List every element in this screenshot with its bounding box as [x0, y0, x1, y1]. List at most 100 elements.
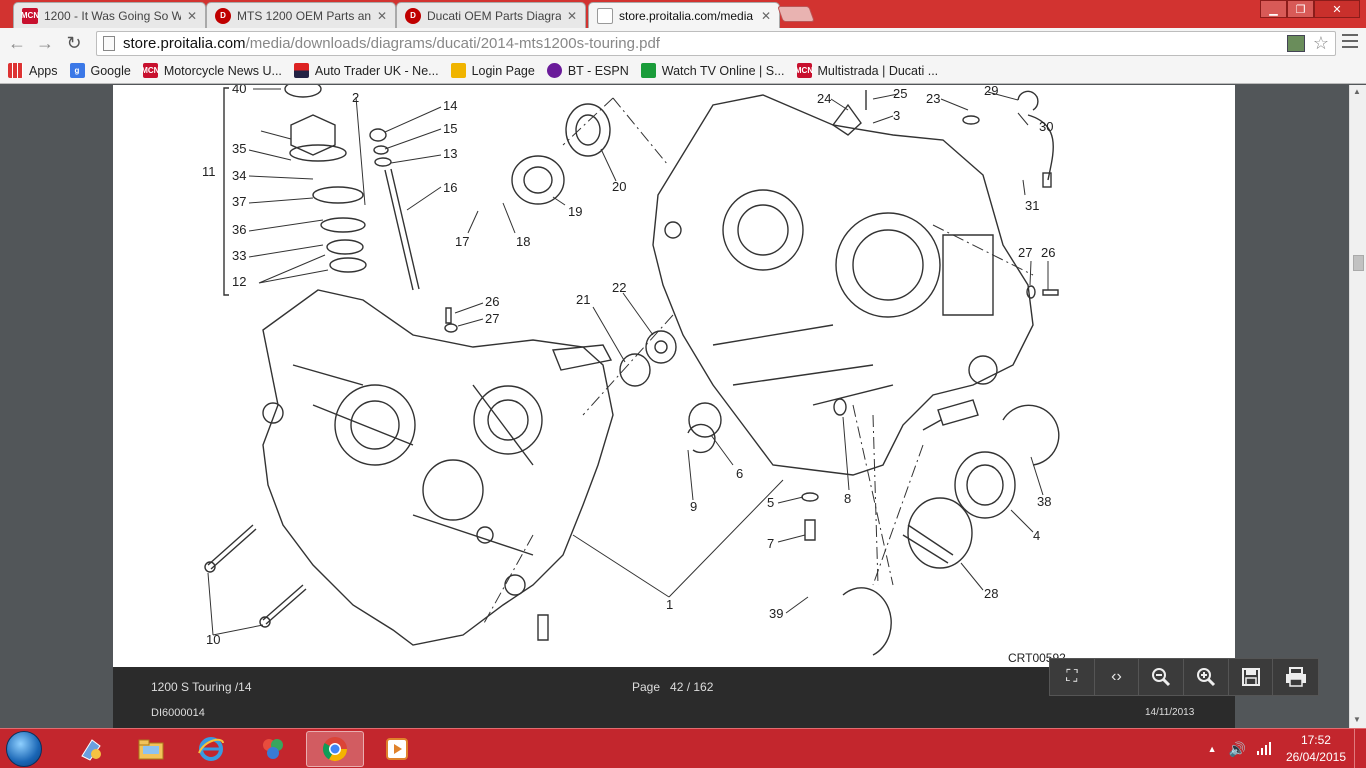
- fit-page-icon: ⛶: [1066, 668, 1078, 685]
- bookmark-motorcycle-news[interactable]: MCN Motorcycle News U...: [141, 63, 282, 78]
- maximize-button[interactable]: ❐: [1287, 0, 1314, 18]
- close-tab-icon[interactable]: ✕: [761, 9, 771, 23]
- show-desktop-button[interactable]: [1354, 729, 1366, 768]
- bookmark-label: Motorcycle News U...: [163, 63, 282, 78]
- chrome-menu-icon[interactable]: [1342, 34, 1358, 48]
- callout-text: 10: [206, 632, 220, 647]
- mcn-icon: MCN: [795, 63, 813, 78]
- model-label: 1200 S Touring /14: [151, 680, 252, 694]
- bookmark-label: Login Page: [471, 63, 535, 78]
- callout-text: 38: [1037, 494, 1051, 509]
- callout-text: 13: [443, 146, 457, 161]
- save-button[interactable]: [1228, 659, 1274, 695]
- taskbar-paint[interactable]: [244, 731, 302, 767]
- bt-icon: [546, 63, 562, 78]
- document-icon: [597, 7, 613, 24]
- callout-text: 25: [893, 86, 907, 101]
- tv-icon: [640, 63, 656, 78]
- callout-text: 6: [736, 466, 743, 481]
- apps-grid-icon: [8, 63, 23, 78]
- close-tab-icon[interactable]: ✕: [567, 9, 577, 23]
- callout-text: 34: [232, 168, 246, 183]
- tab-1[interactable]: MCN 1200 - It Was Going So W ✕: [13, 2, 206, 28]
- mcn-favicon: MCN: [21, 7, 39, 24]
- page-label: Page: [632, 680, 661, 694]
- window-controls: ▁ ❐ ✕: [1260, 0, 1360, 18]
- ducati-favicon: D: [405, 7, 421, 24]
- new-tab-button[interactable]: [777, 6, 815, 22]
- bookmark-star-icon[interactable]: ☆: [1313, 33, 1329, 54]
- tab-2[interactable]: D MTS 1200 OEM Parts and ✕: [206, 2, 396, 28]
- zoom-in-icon: [1196, 668, 1215, 687]
- network-icon[interactable]: [1256, 741, 1272, 758]
- taskbar-app-icon[interactable]: [62, 731, 120, 767]
- url-path: /media/downloads/diagrams/ducati/2014-mt…: [245, 35, 660, 52]
- tab-3[interactable]: D Ducati OEM Parts Diagram ✕: [396, 2, 586, 28]
- fit-page-button[interactable]: ⛶: [1050, 659, 1095, 695]
- tab-title: store.proitalia.com/media: [619, 8, 754, 23]
- left-crankcase: [262, 289, 614, 646]
- minimize-button[interactable]: ▁: [1260, 0, 1287, 18]
- footer-date: 14/11/2013: [1145, 707, 1195, 718]
- reload-button[interactable]: ↻: [63, 32, 85, 54]
- tab-title: Ducati OEM Parts Diagram: [427, 8, 561, 23]
- bookmark-watch-tv[interactable]: Watch TV Online | S...: [640, 63, 785, 78]
- print-icon: [1285, 667, 1306, 687]
- callout-text: 40: [232, 85, 246, 96]
- address-bar[interactable]: store.proitalia.com /media/downloads/dia…: [96, 31, 1336, 56]
- clock[interactable]: 17:52 26/04/2015: [1286, 732, 1346, 766]
- start-button[interactable]: [6, 731, 42, 767]
- callout-text: 35: [232, 141, 246, 156]
- autotrader-icon: [293, 63, 309, 78]
- zoom-in-button[interactable]: [1184, 659, 1229, 695]
- print-button[interactable]: [1273, 659, 1319, 695]
- bookmark-label: Auto Trader UK - Ne...: [314, 63, 439, 78]
- callout-text: 26: [1041, 245, 1055, 260]
- show-hidden-icons-icon[interactable]: ▲: [1208, 744, 1217, 754]
- rotate-button[interactable]: ‹›: [1094, 659, 1140, 695]
- scrollbar-thumb[interactable]: [1353, 255, 1364, 271]
- taskbar-chrome[interactable]: [306, 731, 364, 767]
- volume-icon[interactable]: 🔊: [1229, 741, 1246, 758]
- rotate-icon: ‹›: [1111, 668, 1122, 685]
- callout-text: 11: [202, 164, 216, 179]
- callout-text: 9: [690, 499, 697, 514]
- close-button[interactable]: ✕: [1314, 0, 1360, 18]
- taskbar-ie[interactable]: [182, 731, 240, 767]
- bookmark-label: Google: [90, 63, 131, 78]
- taskbar-explorer[interactable]: [122, 731, 180, 767]
- media-icon: [386, 738, 408, 760]
- back-button[interactable]: ←: [6, 32, 28, 54]
- callout-text: 4: [1033, 528, 1040, 543]
- scroll-up-icon[interactable]: ▲: [1353, 87, 1361, 96]
- ie-icon: [198, 737, 224, 761]
- close-tab-icon[interactable]: ✕: [187, 9, 197, 23]
- forward-button[interactable]: →: [34, 32, 56, 54]
- bookmark-multistrada[interactable]: MCN Multistrada | Ducati ...: [795, 63, 938, 78]
- close-tab-icon[interactable]: ✕: [377, 9, 387, 23]
- extension-icon[interactable]: [1287, 35, 1305, 52]
- document-code: DI6000014: [151, 707, 205, 719]
- callout-text: 28: [984, 586, 998, 601]
- callout-text: 37: [232, 194, 246, 209]
- vertical-scrollbar[interactable]: ▲ ▼: [1349, 85, 1366, 728]
- pdf-page: 40 2 14 15 13 16 11 35 34 37 36 33 12 26…: [113, 85, 1235, 728]
- url-host: store.proitalia.com: [123, 35, 246, 52]
- scroll-down-icon[interactable]: ▼: [1353, 715, 1361, 724]
- tab-4-active[interactable]: store.proitalia.com/media ✕: [588, 2, 780, 28]
- callout-text: 23: [926, 91, 940, 106]
- callout-text: 39: [769, 606, 783, 621]
- bookmark-login-page[interactable]: Login Page: [450, 63, 535, 78]
- callout-text: 36: [232, 222, 246, 237]
- pdf-viewport[interactable]: 40 2 14 15 13 16 11 35 34 37 36 33 12 26…: [0, 85, 1366, 728]
- callout-text: 5: [767, 495, 774, 510]
- bookmark-bt-espn[interactable]: BT - ESPN: [546, 63, 629, 78]
- callout-text: 2: [352, 90, 359, 105]
- zoom-out-button[interactable]: [1139, 659, 1185, 695]
- bookmark-label: Watch TV Online | S...: [661, 63, 785, 78]
- bookmark-auto-trader[interactable]: Auto Trader UK - Ne...: [293, 63, 439, 78]
- bookmark-apps[interactable]: Apps: [8, 63, 58, 78]
- taskbar-media[interactable]: [368, 731, 426, 767]
- callout-text: 17: [455, 234, 469, 249]
- bookmark-google[interactable]: g Google: [69, 63, 131, 78]
